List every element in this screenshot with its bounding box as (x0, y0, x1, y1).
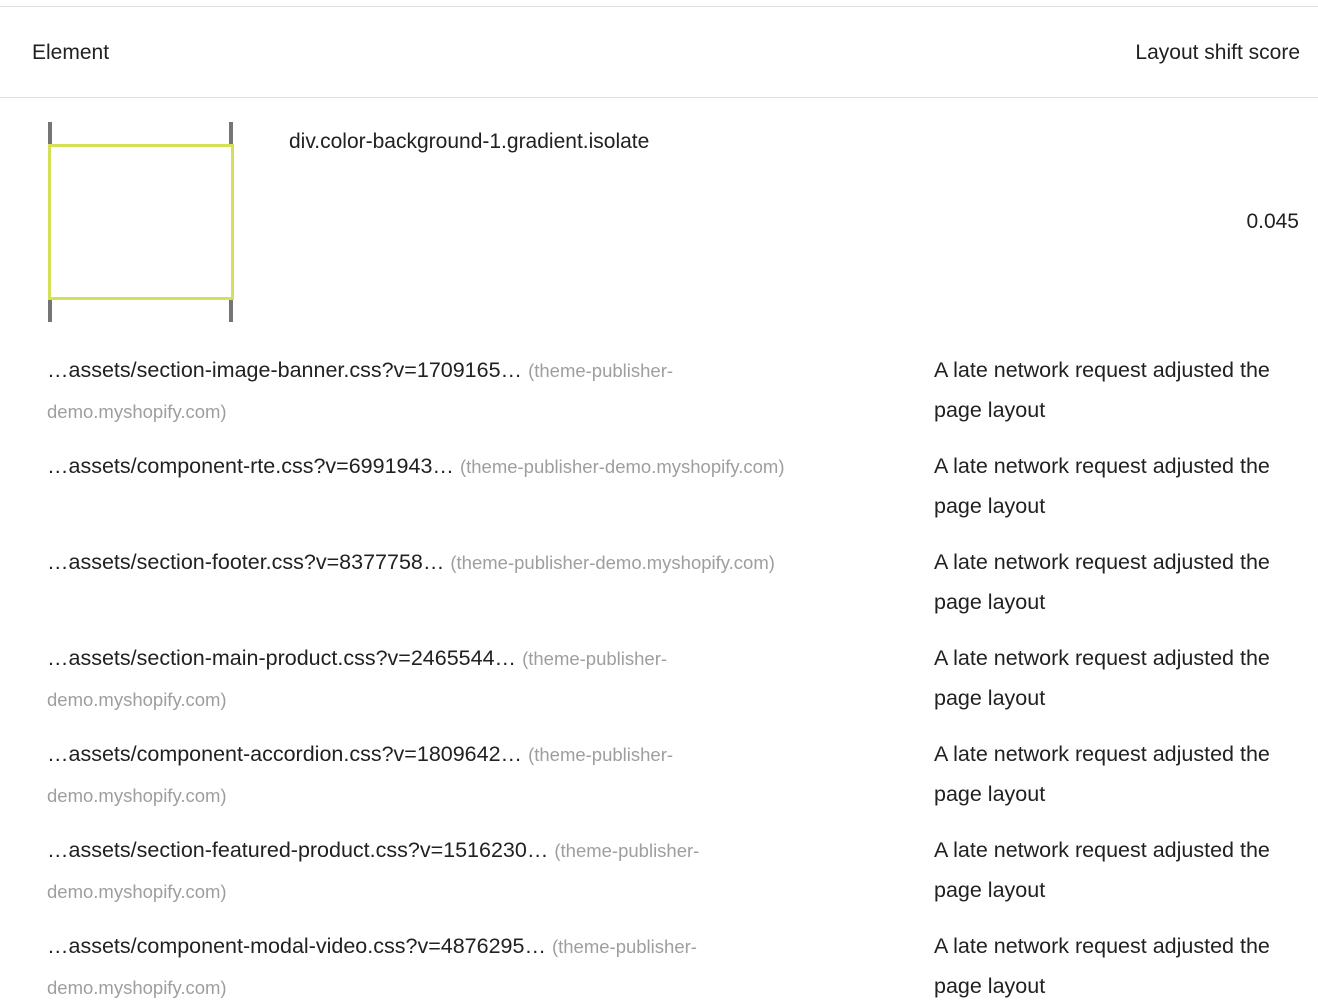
layout-shift-score: 0.045 (1246, 210, 1299, 233)
table-row: …assets/section-image-banner.css?v=17091… (0, 332, 1318, 428)
shift-reason: A late network request adjusted the page… (934, 454, 1270, 518)
table-row: …assets/section-footer.css?v=8377758… (th… (0, 524, 1318, 620)
url-text[interactable]: …assets/component-modal-video.css?v=4876… (47, 934, 546, 958)
table-row: …assets/section-featured-product.css?v=1… (0, 812, 1318, 908)
element-row[interactable]: div.color-background-1.gradient.isolate … (0, 98, 1318, 332)
table-header: Element Layout shift score (0, 7, 1318, 98)
resource-url[interactable]: …assets/component-accordion.css?v=180964… (47, 734, 817, 816)
layout-shift-table: Element Layout shift score div.color-bac… (0, 6, 1318, 1004)
url-origin: (theme-publisher-demo.myshopify.com) (459, 456, 785, 477)
resource-url[interactable]: …assets/section-main-product.css?v=24655… (47, 638, 817, 720)
url-text[interactable]: …assets/component-rte.css?v=6991943… (47, 454, 454, 478)
url-text[interactable]: …assets/component-accordion.css?v=180964… (47, 742, 522, 766)
url-text[interactable]: …assets/section-footer.css?v=8377758… (47, 550, 444, 574)
shift-reason: A late network request adjusted the page… (934, 550, 1270, 614)
resource-url[interactable]: …assets/component-modal-video.css?v=4876… (47, 926, 817, 1008)
column-header-element: Element (32, 41, 110, 64)
table-row: …assets/component-accordion.css?v=180964… (0, 716, 1318, 812)
shift-reason: A late network request adjusted the page… (934, 646, 1270, 710)
element-screenshot-thumbnail[interactable] (48, 122, 234, 322)
url-text[interactable]: …assets/section-main-product.css?v=24655… (47, 646, 516, 670)
url-text[interactable]: …assets/section-featured-product.css?v=1… (47, 838, 548, 862)
shift-reason: A late network request adjusted the page… (934, 358, 1270, 422)
shift-reason: A late network request adjusted the page… (934, 742, 1270, 806)
resource-url[interactable]: …assets/section-footer.css?v=8377758… (th… (47, 542, 817, 583)
table-row: …assets/section-main-product.css?v=24655… (0, 620, 1318, 716)
shift-reason: A late network request adjusted the page… (934, 934, 1270, 998)
resource-url[interactable]: …assets/section-image-banner.css?v=17091… (47, 350, 817, 432)
table-row: …assets/component-rte.css?v=6991943… (the… (0, 428, 1318, 524)
url-origin: (theme-publisher-demo.myshopify.com) (450, 552, 775, 573)
shift-reason: A late network request adjusted the page… (934, 838, 1270, 902)
element-highlight-box (48, 144, 234, 300)
element-selector[interactable]: div.color-background-1.gradient.isolate (289, 130, 649, 154)
resource-url[interactable]: …assets/component-rte.css?v=6991943… (the… (47, 446, 817, 487)
resource-url[interactable]: …assets/section-featured-product.css?v=1… (47, 830, 817, 912)
table-row: …assets/component-modal-video.css?v=4876… (0, 908, 1318, 1004)
column-header-score: Layout shift score (1135, 41, 1300, 64)
url-text[interactable]: …assets/section-image-banner.css?v=17091… (47, 358, 522, 382)
